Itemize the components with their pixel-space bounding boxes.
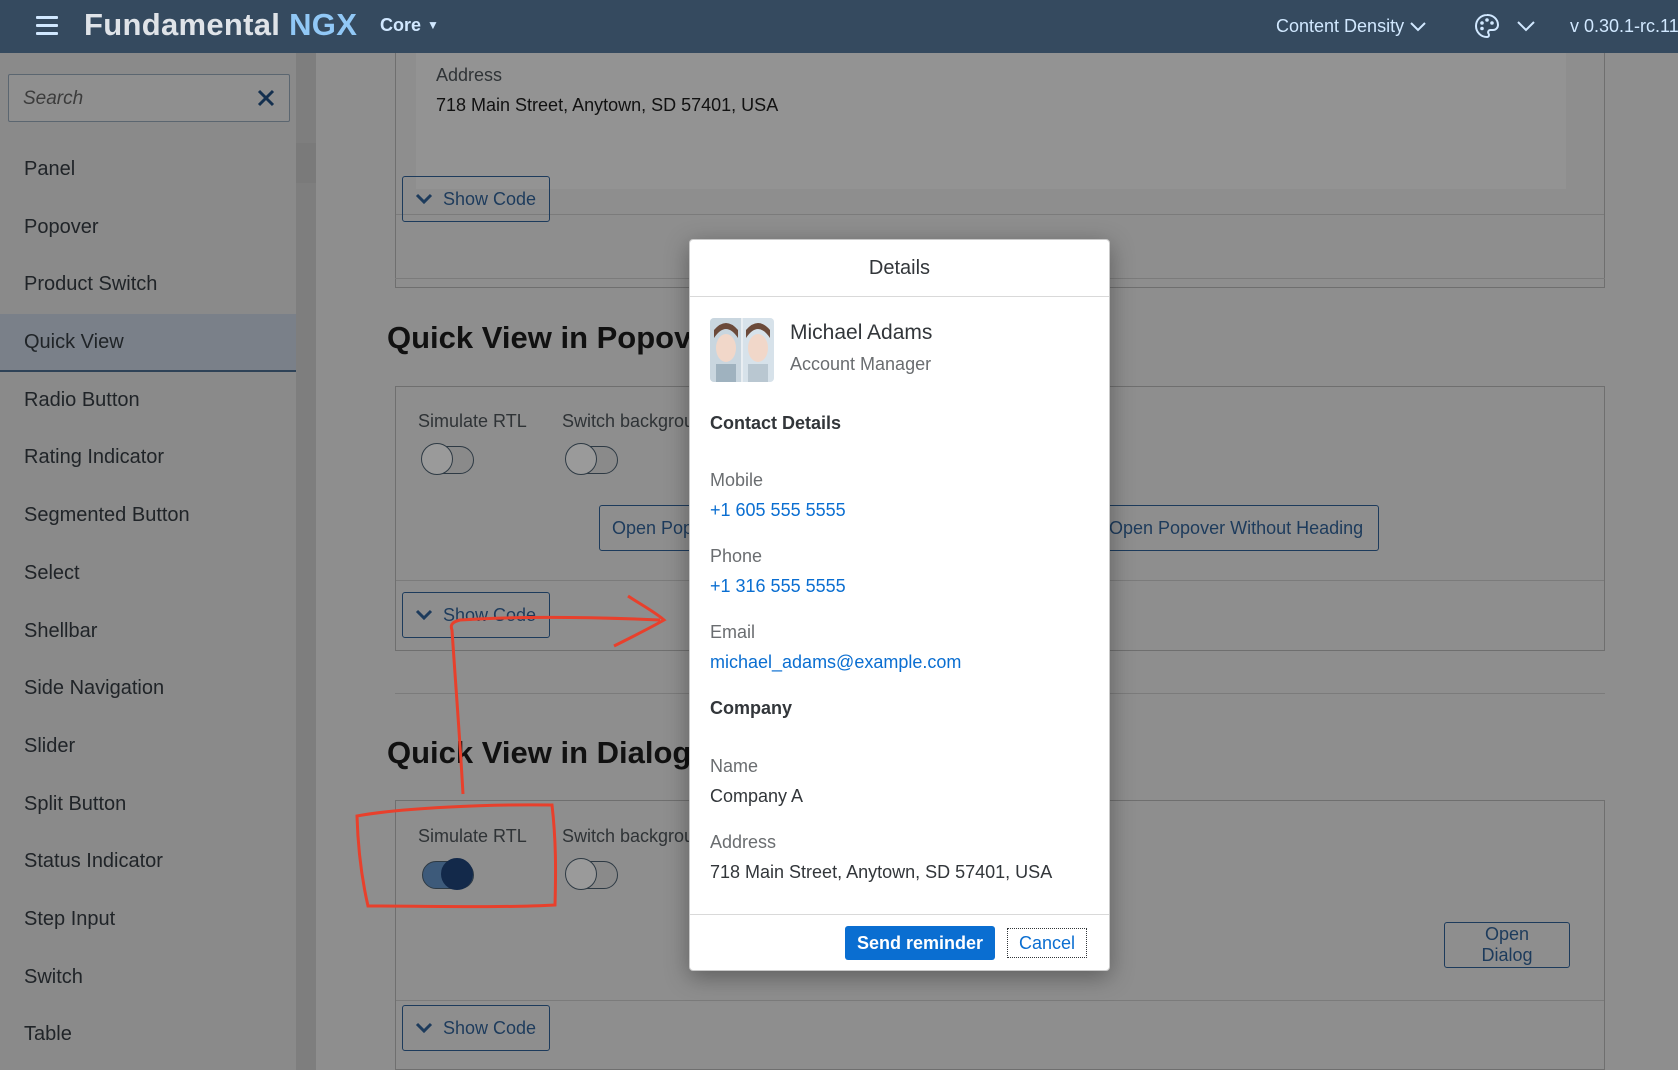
switch-background-label: Switch backgrou [562, 826, 695, 846]
company-address-label: Address [710, 832, 777, 852]
version-label: v 0.30.1-rc.11 [1570, 16, 1678, 36]
company-address-value: 718 Main Street, Anytown, SD 57401, USA [710, 862, 1053, 882]
open-dialog-button[interactable]: Open Dialog [1444, 922, 1570, 968]
sidebar-item-side-navigation[interactable]: Side Navigation [0, 660, 296, 718]
side-navigation: Panel Popover Product Switch Quick View … [0, 53, 316, 1070]
theme-menu[interactable] [1474, 13, 1536, 39]
shellbar: Fundamental NGX Core ▼ Content Density v … [0, 0, 1678, 53]
person-role: Account Manager [790, 354, 932, 374]
sidebar-item-status-indicator[interactable]: Status Indicator [0, 833, 296, 891]
show-code-label: Show Code [443, 604, 537, 625]
show-code-button[interactable]: Show Code [402, 592, 550, 638]
close-icon[interactable] [255, 87, 277, 114]
quick-view-dialog: Details Michael Adams Account Manager Co… [689, 239, 1110, 971]
simulate-rtl-toggle[interactable] [422, 858, 474, 890]
search-box [8, 74, 290, 122]
sidebar-item-switch[interactable]: Switch [0, 949, 296, 1007]
sidebar-item-shellbar[interactable]: Shellbar [0, 603, 296, 661]
simulate-rtl-toggle[interactable] [421, 443, 474, 475]
send-reminder-button[interactable]: Send reminder [845, 926, 995, 960]
show-code-label: Show Code [443, 188, 537, 209]
content-density-label: Content Density [1276, 16, 1405, 36]
mobile-link[interactable]: +1 605 555 5555 [710, 500, 846, 521]
open-popover-no-heading-label: Open Popover Without Heading [1109, 517, 1364, 538]
chevron-down-icon [415, 1022, 433, 1034]
sidebar-item-product-switch[interactable]: Product Switch [0, 256, 296, 314]
company-name-value: Company A [710, 786, 804, 806]
avatar [710, 318, 774, 382]
card-body [416, 53, 1566, 189]
address-value: 718 Main Street, Anytown, SD 57401, USA [436, 95, 779, 115]
search-input[interactable] [21, 85, 245, 113]
contact-details-heading: Contact Details [710, 413, 842, 433]
person-name: Michael Adams [790, 321, 933, 344]
product-label: Core [380, 15, 422, 35]
sidebar-item-segmented-button[interactable]: Segmented Button [0, 487, 296, 545]
sidebar-list: Panel Popover Product Switch Quick View … [0, 141, 296, 1064]
mobile-label: Mobile [710, 470, 764, 490]
menu-icon[interactable] [36, 16, 58, 36]
phone-link[interactable]: +1 316 555 5555 [710, 576, 846, 597]
sidebar-item-rating-indicator[interactable]: Rating Indicator [0, 429, 296, 487]
chevron-down-icon [1517, 21, 1536, 32]
simulate-rtl-label: Simulate RTL [418, 411, 527, 431]
caret-down-icon: ▼ [427, 18, 439, 32]
palette-icon [1475, 14, 1500, 39]
chevron-down-icon [415, 609, 433, 621]
sidebar-item-table[interactable]: Table [0, 1006, 296, 1064]
product-menu[interactable]: Core ▼ [380, 15, 439, 36]
email-label: Email [710, 622, 756, 642]
brand-accent: NGX [289, 7, 358, 42]
brand-main: Fundamental [84, 7, 281, 42]
sidebar-item-panel[interactable]: Panel [0, 141, 296, 199]
dialog-footer-divider [690, 914, 1109, 915]
phone-label: Phone [710, 546, 763, 566]
card-divider [396, 214, 1604, 215]
address-label: Address [436, 65, 503, 85]
section-title-popover: Quick View in Popov [387, 320, 692, 355]
scrollbar-thumb[interactable] [296, 143, 316, 183]
card-divider [396, 1000, 1604, 1001]
chevron-down-icon [1410, 22, 1426, 32]
section-title-dialog: Quick View in Dialog [387, 735, 692, 770]
sidebar-item-split-button[interactable]: Split Button [0, 776, 296, 834]
sidebar-item-quick-view[interactable]: Quick View [0, 314, 296, 372]
sidebar-item-radio-button[interactable]: Radio Button [0, 372, 296, 430]
open-popover-without-heading-button[interactable]: Open Popover Without Heading [1096, 505, 1379, 551]
dialog-title: Details [690, 240, 1109, 297]
brand-title[interactable]: Fundamental NGX [84, 7, 357, 43]
email-link[interactable]: michael_adams@example.com [710, 652, 961, 673]
sidebar-item-popover[interactable]: Popover [0, 199, 296, 257]
open-dialog-label: Open Dialog [1481, 924, 1533, 965]
show-code-button[interactable]: Show Code [402, 1005, 550, 1051]
sidebar-item-slider[interactable]: Slider [0, 718, 296, 776]
sidebar-item-select[interactable]: Select [0, 545, 296, 603]
sidebar-item-step-input[interactable]: Step Input [0, 891, 296, 949]
sidebar-scrollbar[interactable] [296, 53, 316, 1070]
show-code-label: Show Code [443, 1017, 537, 1038]
content-density-menu[interactable]: Content Density [1276, 16, 1427, 37]
switch-background-toggle[interactable] [565, 443, 618, 475]
company-name-label: Name [710, 756, 759, 776]
switch-background-toggle[interactable] [565, 858, 618, 890]
company-heading: Company [710, 698, 793, 718]
simulate-rtl-label: Simulate RTL [418, 826, 527, 846]
show-code-button[interactable]: Show Code [402, 176, 550, 222]
chevron-down-icon [415, 193, 433, 205]
cancel-button[interactable]: Cancel [1007, 928, 1087, 958]
switch-background-label: Switch backgrou [562, 411, 695, 431]
open-popover-label: Open Pop [612, 517, 694, 538]
